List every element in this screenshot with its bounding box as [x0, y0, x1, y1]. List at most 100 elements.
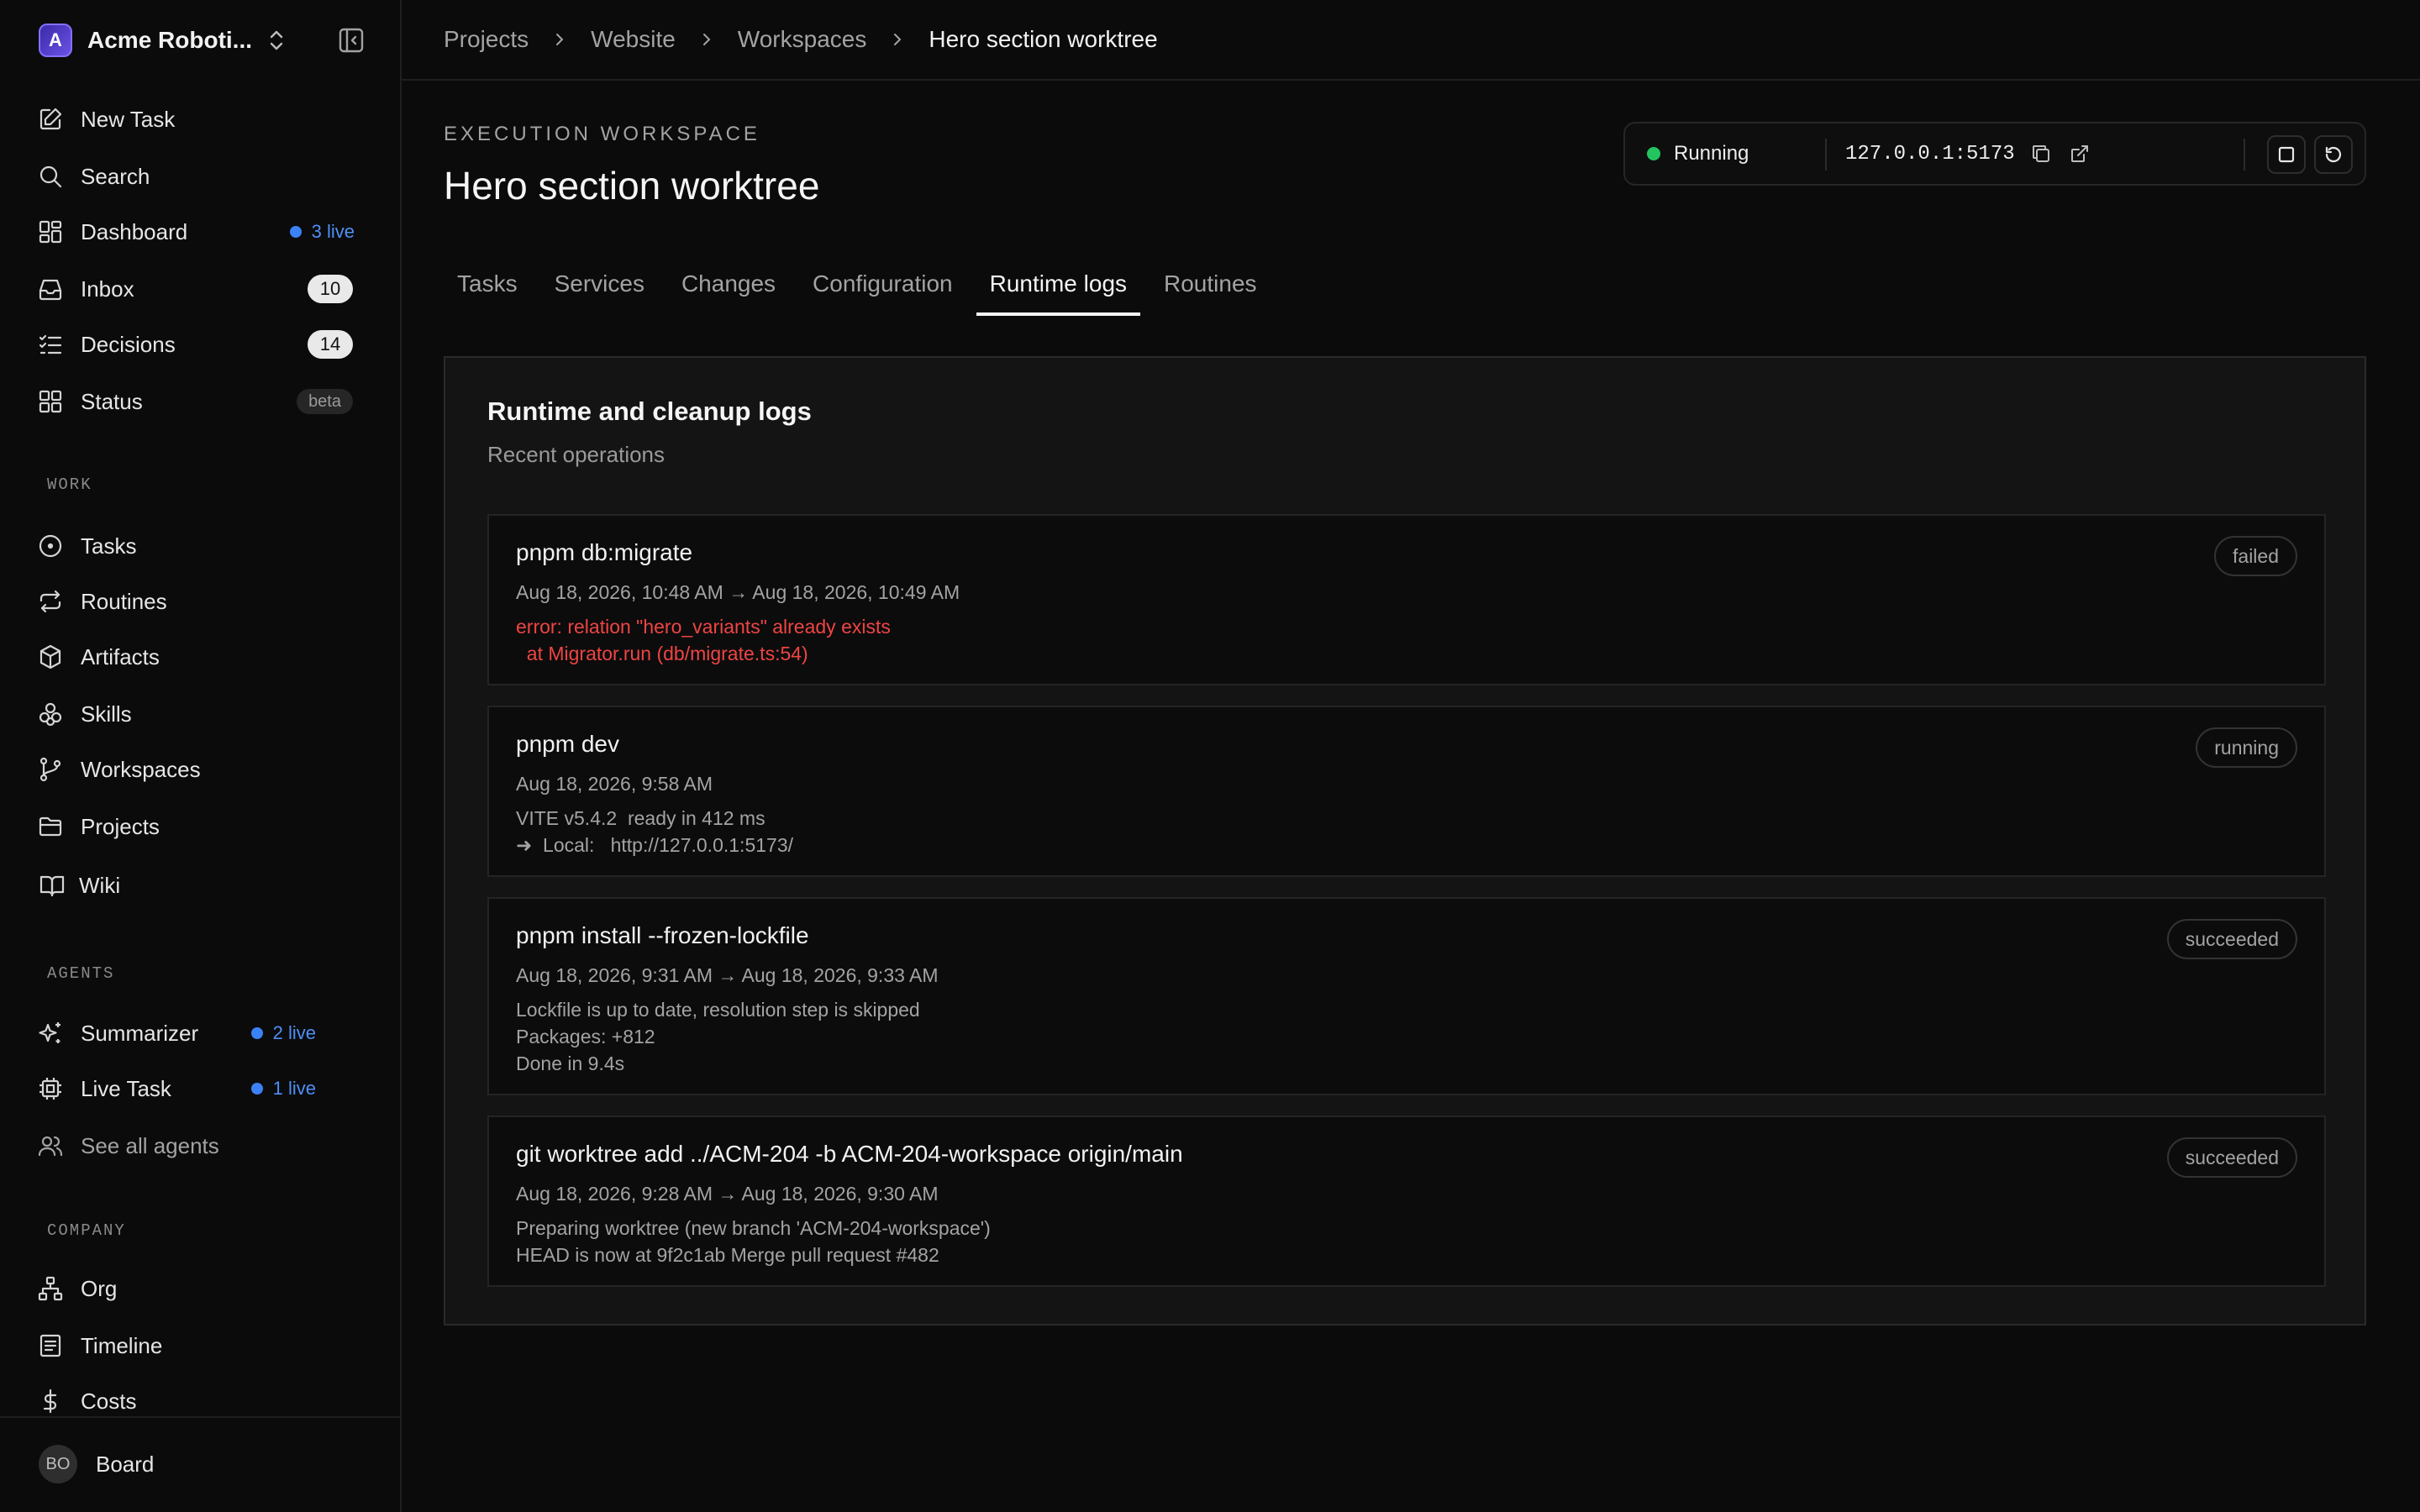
sidebar-item-projects[interactable]: Projects: [37, 805, 373, 848]
log-time: Aug 18, 2026, 10:48 AM → Aug 18, 2026, 1…: [516, 581, 960, 603]
sidebar-collapse-icon[interactable]: [336, 25, 366, 55]
sparkles-icon: [39, 1022, 60, 1043]
live-count: 3 live: [311, 221, 355, 242]
breadcrumb-workspaces[interactable]: Workspaces: [738, 26, 867, 53]
restart-button[interactable]: [2314, 135, 2353, 174]
panel-subtitle: Recent operations: [487, 442, 666, 467]
avatar: BO: [39, 1445, 77, 1483]
sidebar-item-org[interactable]: Org: [37, 1267, 373, 1310]
tab-tasks[interactable]: Tasks: [444, 252, 531, 316]
nav-search[interactable]: Search: [37, 155, 373, 198]
nav-label: Decisions: [81, 331, 176, 357]
status-badge: succeeded: [2166, 1137, 2297, 1178]
nav-label: Projects: [81, 813, 160, 839]
nav-label: Skills: [81, 701, 132, 727]
tab-routines[interactable]: Routines: [1150, 252, 1270, 316]
nav-label: Search: [81, 163, 150, 189]
sidebar-item-routines[interactable]: Routines: [37, 580, 373, 623]
tab-services[interactable]: Services: [541, 252, 658, 316]
nav-new-task[interactable]: New Task: [37, 97, 373, 141]
cpu-icon: [39, 1078, 61, 1100]
log-entry[interactable]: pnpm db:migrate Aug 18, 2026, 10:48 AM →…: [487, 514, 2326, 685]
breadcrumb-website[interactable]: Website: [591, 26, 676, 53]
nav-label: Summarizer: [81, 1020, 199, 1046]
log-command: pnpm install --frozen-lockfile: [516, 922, 809, 948]
log-command: pnpm db:migrate: [516, 539, 693, 565]
sidebar-item-artifacts[interactable]: Artifacts: [37, 635, 373, 679]
divider: [1825, 139, 1827, 171]
sidebar-item-tasks[interactable]: Tasks: [37, 524, 373, 568]
sidebar-footer: BO Board: [0, 1416, 400, 1512]
nav-label: Dashboard: [81, 218, 188, 244]
sidebar-item-see-all-agents[interactable]: See all agents: [37, 1124, 373, 1168]
runtime-url: 127.0.0.1:5173: [1845, 123, 2092, 184]
url-text[interactable]: 127.0.0.1:5173: [1845, 143, 2015, 165]
skills-icon: [39, 702, 62, 727]
live-count: 2 live: [272, 1022, 316, 1043]
live-indicator: 3 live: [289, 221, 355, 243]
status-badge: failed: [2214, 536, 2297, 576]
log-output: Lockfile is up to date, resolution step …: [516, 999, 920, 1074]
workspace-switcher[interactable]: A Acme Roboti...: [39, 23, 299, 58]
stop-icon: [2278, 146, 2295, 163]
log-entry[interactable]: pnpm install --frozen-lockfile Aug 18, 2…: [487, 897, 2326, 1095]
repeat-icon: [39, 590, 61, 613]
page-eyebrow: EXECUTION WORKSPACE: [444, 123, 760, 145]
nav-dashboard[interactable]: Dashboard 3 live: [37, 210, 373, 254]
sidebar-item-live-task[interactable]: Live Task 1 live: [37, 1067, 373, 1110]
checklist-icon: [39, 334, 62, 354]
nav-status[interactable]: Status beta: [37, 380, 373, 423]
inbox-count-badge: 10: [308, 275, 353, 303]
copy-icon[interactable]: [2028, 141, 2054, 166]
live-dot: [250, 1027, 263, 1039]
status-dot: [1647, 147, 1660, 160]
nav-inbox[interactable]: Inbox 10: [37, 267, 373, 311]
sidebar-item-timeline[interactable]: Timeline: [37, 1324, 373, 1368]
log-entry[interactable]: pnpm dev Aug 18, 2026, 9:58 AM VITE v5.4…: [487, 706, 2326, 877]
live-count: 1 live: [272, 1078, 316, 1099]
chevron-right-icon: [556, 34, 564, 45]
tab-configuration[interactable]: Configuration: [799, 252, 966, 316]
nav-label: Status: [81, 388, 143, 414]
grid-icon: [39, 390, 62, 413]
sidebar-item-skills[interactable]: Skills: [37, 692, 373, 736]
stop-button[interactable]: [2267, 135, 2306, 174]
folder-icon: [39, 816, 62, 837]
section-title-company: COMPANY: [47, 1221, 126, 1240]
inbox-icon: [39, 279, 62, 301]
tab-runtime-logs[interactable]: Runtime logs: [976, 252, 1141, 316]
live-dot: [250, 1083, 263, 1095]
section-title-agents: AGENTS: [47, 964, 115, 983]
user-name: Board: [96, 1451, 155, 1477]
nav-label: Workspaces: [81, 756, 201, 782]
runtime-status: Running: [1647, 123, 1749, 184]
nav-label: Routines: [81, 588, 167, 614]
org-chart-icon: [38, 1276, 63, 1301]
user-menu[interactable]: BO Board: [39, 1445, 154, 1483]
tab-changes[interactable]: Changes: [668, 252, 789, 316]
sidebar-item-wiki[interactable]: Wiki: [39, 864, 375, 907]
log-time: Aug 18, 2026, 9:58 AM: [516, 773, 713, 795]
log-entry[interactable]: git worktree add ../ACM-204 -b ACM-204-w…: [487, 1116, 2326, 1287]
beta-badge: beta: [297, 389, 353, 414]
breadcrumb: Projects Website Workspaces Hero section…: [402, 0, 2420, 81]
nav-label: Inbox: [81, 276, 134, 302]
chevron-up-down-icon: [270, 30, 283, 50]
chevron-right-icon: [702, 34, 711, 45]
sidebar-item-summarizer[interactable]: Summarizer 2 live: [37, 1011, 373, 1055]
search-icon: [39, 165, 62, 188]
nav-label: See all agents: [81, 1132, 219, 1158]
log-command: pnpm dev: [516, 731, 619, 757]
logs-panel: Runtime and cleanup logs Recent operatio…: [444, 356, 2366, 1326]
log-output: VITE v5.4.2 ready in 412 ms ➜ Local: htt…: [516, 807, 793, 856]
nav-label: Wiki: [79, 872, 121, 898]
panel-title: Runtime and cleanup logs: [487, 396, 812, 426]
breadcrumb-projects[interactable]: Projects: [444, 26, 529, 53]
external-link-icon[interactable]: [2067, 141, 2092, 166]
dollar-icon: [43, 1389, 57, 1414]
nav-decisions[interactable]: Decisions 14: [37, 323, 373, 366]
log-output: Preparing worktree (new branch 'ACM-204-…: [516, 1217, 991, 1266]
sidebar-item-workspaces[interactable]: Workspaces: [37, 748, 373, 791]
log-command: git worktree add ../ACM-204 -b ACM-204-w…: [516, 1141, 1183, 1167]
nav-label: New Task: [81, 106, 176, 132]
